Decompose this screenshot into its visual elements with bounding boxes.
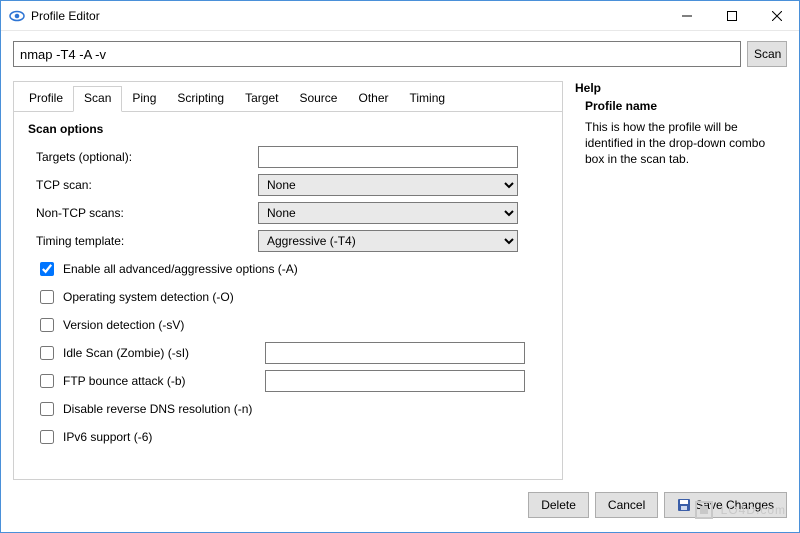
cancel-button[interactable]: Cancel <box>595 492 658 518</box>
maximize-button[interactable] <box>709 1 754 31</box>
ftp-bounce-checkbox[interactable] <box>40 374 54 388</box>
ipv6-label: IPv6 support (-6) <box>63 430 152 444</box>
version-detection-label: Version detection (-sV) <box>63 318 184 332</box>
disable-dns-checkbox[interactable] <box>40 402 54 416</box>
tab-timing[interactable]: Timing <box>399 86 457 112</box>
scan-button[interactable]: Scan <box>747 41 787 67</box>
aggressive-checkbox[interactable] <box>40 262 54 276</box>
minimize-button[interactable] <box>664 1 709 31</box>
save-changes-label: Save Changes <box>695 498 774 512</box>
timing-template-select[interactable]: Aggressive (-T4) <box>258 230 518 252</box>
options-panel: Profile Scan Ping Scripting Target Sourc… <box>13 81 563 480</box>
close-button[interactable] <box>754 1 799 31</box>
tabstrip: Profile Scan Ping Scripting Target Sourc… <box>14 82 562 112</box>
help-subtitle: Profile name <box>585 99 787 113</box>
command-row: Scan <box>13 41 787 67</box>
footer: Delete Cancel Save Changes <box>13 480 787 532</box>
save-icon <box>677 498 691 512</box>
eye-icon <box>9 8 25 24</box>
idle-scan-label: Idle Scan (Zombie) (-sI) <box>63 346 253 360</box>
delete-button[interactable]: Delete <box>528 492 589 518</box>
aggressive-label: Enable all advanced/aggressive options (… <box>63 262 298 276</box>
version-detection-checkbox[interactable] <box>40 318 54 332</box>
disable-dns-label: Disable reverse DNS resolution (-n) <box>63 402 252 416</box>
command-input[interactable] <box>13 41 741 67</box>
help-title: Help <box>575 81 787 95</box>
help-panel: Help Profile name This is how the profil… <box>575 81 787 480</box>
tcp-scan-select[interactable]: None <box>258 174 518 196</box>
tab-scan[interactable]: Scan <box>73 86 122 112</box>
nontcp-scan-label: Non-TCP scans: <box>28 206 258 220</box>
tab-other[interactable]: Other <box>347 86 399 112</box>
idle-scan-input[interactable] <box>265 342 525 364</box>
os-detection-checkbox[interactable] <box>40 290 54 304</box>
window-title: Profile Editor <box>31 9 100 23</box>
timing-template-label: Timing template: <box>28 234 258 248</box>
tcp-scan-label: TCP scan: <box>28 178 258 192</box>
nontcp-scan-select[interactable]: None <box>258 202 518 224</box>
ipv6-checkbox[interactable] <box>40 430 54 444</box>
section-title: Scan options <box>28 122 548 136</box>
targets-label: Targets (optional): <box>28 150 258 164</box>
targets-input[interactable] <box>258 146 518 168</box>
idle-scan-checkbox[interactable] <box>40 346 54 360</box>
tab-ping[interactable]: Ping <box>121 86 167 112</box>
os-detection-label: Operating system detection (-O) <box>63 290 234 304</box>
save-changes-button[interactable]: Save Changes <box>664 492 787 518</box>
ftp-bounce-input[interactable] <box>265 370 525 392</box>
tab-target[interactable]: Target <box>234 86 289 112</box>
tab-scripting[interactable]: Scripting <box>166 86 235 112</box>
tab-profile[interactable]: Profile <box>18 86 74 112</box>
help-body: This is how the profile will be identifi… <box>585 119 787 168</box>
tab-body: Scan options Targets (optional): TCP sca… <box>14 111 562 479</box>
ftp-bounce-label: FTP bounce attack (-b) <box>63 374 253 388</box>
titlebar: Profile Editor <box>1 1 799 31</box>
tab-source[interactable]: Source <box>288 86 348 112</box>
